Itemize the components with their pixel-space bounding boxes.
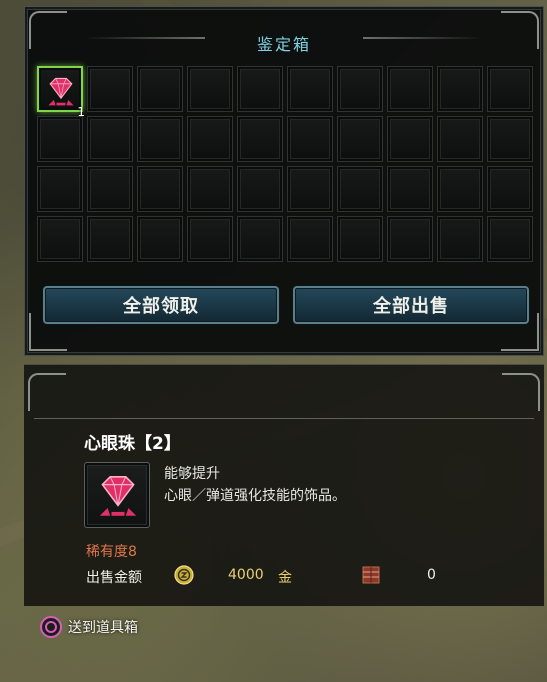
item-slot[interactable] (387, 66, 433, 112)
item-slot[interactable] (487, 66, 533, 112)
item-detail-panel: 心眼珠【2】 能够提升 心眼／弹道强化技能的饰品。 稀有度8 出售金额 4000… (24, 364, 544, 606)
send-to-item-box-hint[interactable]: 送到道具箱 (40, 616, 138, 638)
item-slot[interactable] (187, 166, 233, 212)
item-slot[interactable] (237, 66, 283, 112)
item-slot[interactable] (387, 216, 433, 262)
panel-corner-ornament (28, 373, 66, 411)
divider (34, 418, 534, 419)
item-icon-frame (84, 462, 150, 528)
item-slot[interactable] (187, 216, 233, 262)
item-slot[interactable] (337, 166, 383, 212)
item-slot[interactable] (287, 166, 333, 212)
item-slot[interactable] (187, 66, 233, 112)
sell-all-button[interactable]: 全部出售 (293, 286, 529, 324)
circle-button-icon (40, 616, 62, 638)
red-gem-icon (99, 476, 137, 516)
item-slot[interactable] (437, 216, 483, 262)
item-slot[interactable] (137, 166, 183, 212)
item-slot[interactable] (337, 66, 383, 112)
item-slot[interactable] (387, 116, 433, 162)
sell-price-value: 4000 (228, 567, 264, 583)
sell-price-label: 出售金额 (86, 570, 142, 586)
hint-label: 送到道具箱 (68, 620, 138, 636)
item-grid: 1 (37, 66, 533, 262)
rarity-label: 稀有度8 (86, 544, 137, 560)
item-slot[interactable] (87, 216, 133, 262)
item-slot[interactable] (37, 166, 83, 212)
panel-title: 鉴定箱 (256, 35, 311, 54)
item-slot[interactable] (337, 216, 383, 262)
item-slot[interactable] (437, 66, 483, 112)
item-slot[interactable] (187, 116, 233, 162)
appraisal-box-panel: 鉴定箱 1 全部领取 全部出售 (24, 6, 544, 356)
item-slot[interactable] (137, 66, 183, 112)
item-slot[interactable] (487, 116, 533, 162)
currency-label: 金 (278, 570, 292, 586)
item-slot[interactable] (37, 116, 83, 162)
item-slot[interactable] (387, 166, 433, 212)
item-slot[interactable] (487, 216, 533, 262)
item-name: 心眼珠【2】 (84, 434, 181, 454)
item-slot[interactable]: 1 (37, 66, 85, 119)
red-gem-icon (48, 77, 74, 106)
claim-all-button[interactable]: 全部领取 (43, 286, 279, 324)
item-slot[interactable] (237, 166, 283, 212)
item-slot[interactable] (87, 66, 133, 112)
item-slot[interactable] (87, 166, 133, 212)
item-slot[interactable] (487, 166, 533, 212)
item-slot[interactable] (237, 216, 283, 262)
item-slot[interactable] (337, 116, 383, 162)
panel-corner-ornament (502, 373, 540, 411)
item-description-line: 心眼／弹道强化技能的饰品。 (164, 488, 346, 504)
item-slot[interactable] (287, 66, 333, 112)
research-points-value: 0 (427, 567, 436, 583)
item-slot[interactable] (287, 216, 333, 262)
research-points-icon (362, 566, 380, 584)
coin-icon (174, 565, 194, 585)
item-slot[interactable] (437, 166, 483, 212)
item-slot[interactable] (287, 116, 333, 162)
item-slot[interactable] (137, 216, 183, 262)
item-slot[interactable] (237, 116, 283, 162)
item-slot[interactable] (37, 216, 83, 262)
item-description-line: 能够提升 (164, 466, 220, 482)
item-slot[interactable] (437, 116, 483, 162)
item-slot[interactable] (137, 116, 183, 162)
item-slot[interactable] (87, 116, 133, 162)
